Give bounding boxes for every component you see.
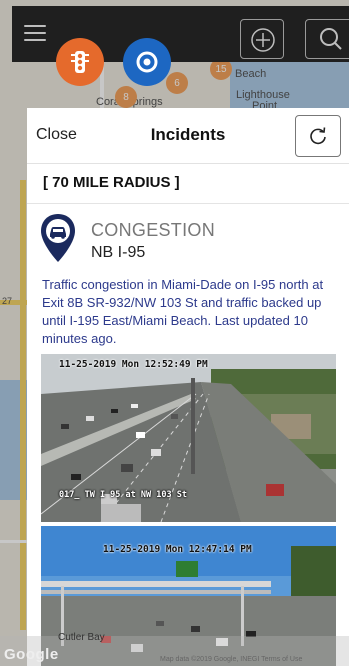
divider (27, 203, 349, 204)
camera-timestamp: 11-25-2019 Mon 12:52:49 PM (59, 359, 208, 370)
map-label-bay: Cutler Bay (58, 632, 105, 643)
camera-layer-button[interactable] (123, 38, 171, 86)
incident-road: NB I-95 (91, 244, 146, 261)
google-logo: Google (4, 646, 59, 663)
refresh-icon (310, 127, 326, 145)
traffic-light-icon (71, 51, 89, 73)
app-screen: Beach Lighthouse Point Coral Springs 27 … (0, 0, 349, 666)
plus-circle-icon (251, 28, 275, 52)
incidents-modal: Close Incidents [ 70 MILE RADIUS ] CONGE… (27, 108, 349, 666)
refresh-button[interactable] (295, 115, 341, 157)
camera-caption: 017_ TW I 95 at NW 103 St (59, 490, 187, 500)
traffic-layer-button[interactable] (56, 38, 104, 86)
car-pin-icon (41, 214, 75, 262)
incident-description: Traffic congestion in Miami-Dade on I-95… (42, 277, 324, 346)
incident-type: CONGESTION (91, 220, 216, 240)
traffic-camera-image[interactable]: 11-25-2019 Mon 12:52:49 PM 017_ TW I 95 … (41, 354, 336, 522)
add-button[interactable] (240, 19, 284, 59)
map-attribution[interactable]: Map data ©2019 Google, INEGI Terms of Us… (160, 656, 302, 663)
target-icon (136, 51, 158, 73)
modal-header: Close Incidents (27, 108, 349, 164)
hamburger-icon[interactable] (24, 25, 46, 41)
search-button[interactable] (305, 19, 349, 59)
search-icon (320, 28, 342, 50)
radius-label: [ 70 MILE RADIUS ] (43, 174, 180, 191)
camera-timestamp: 11-25-2019 Mon 12:47:14 PM (103, 544, 252, 555)
